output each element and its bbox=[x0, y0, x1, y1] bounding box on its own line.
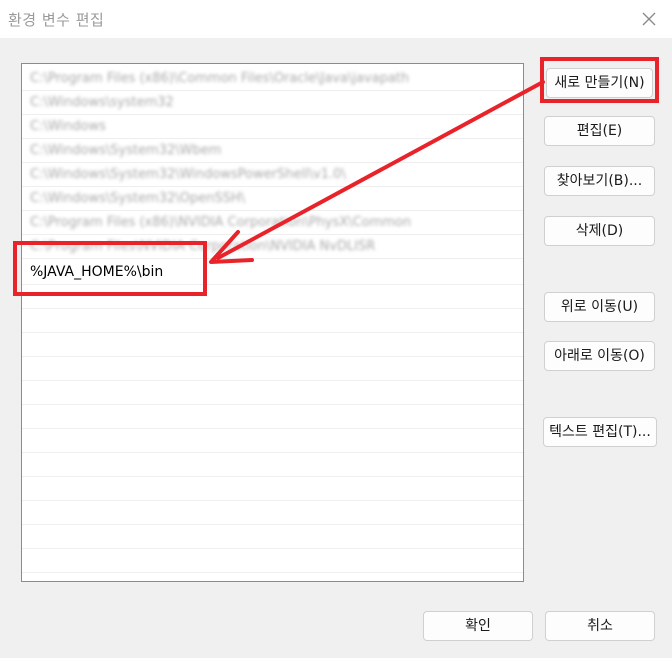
annotation-arrow bbox=[209, 80, 545, 264]
